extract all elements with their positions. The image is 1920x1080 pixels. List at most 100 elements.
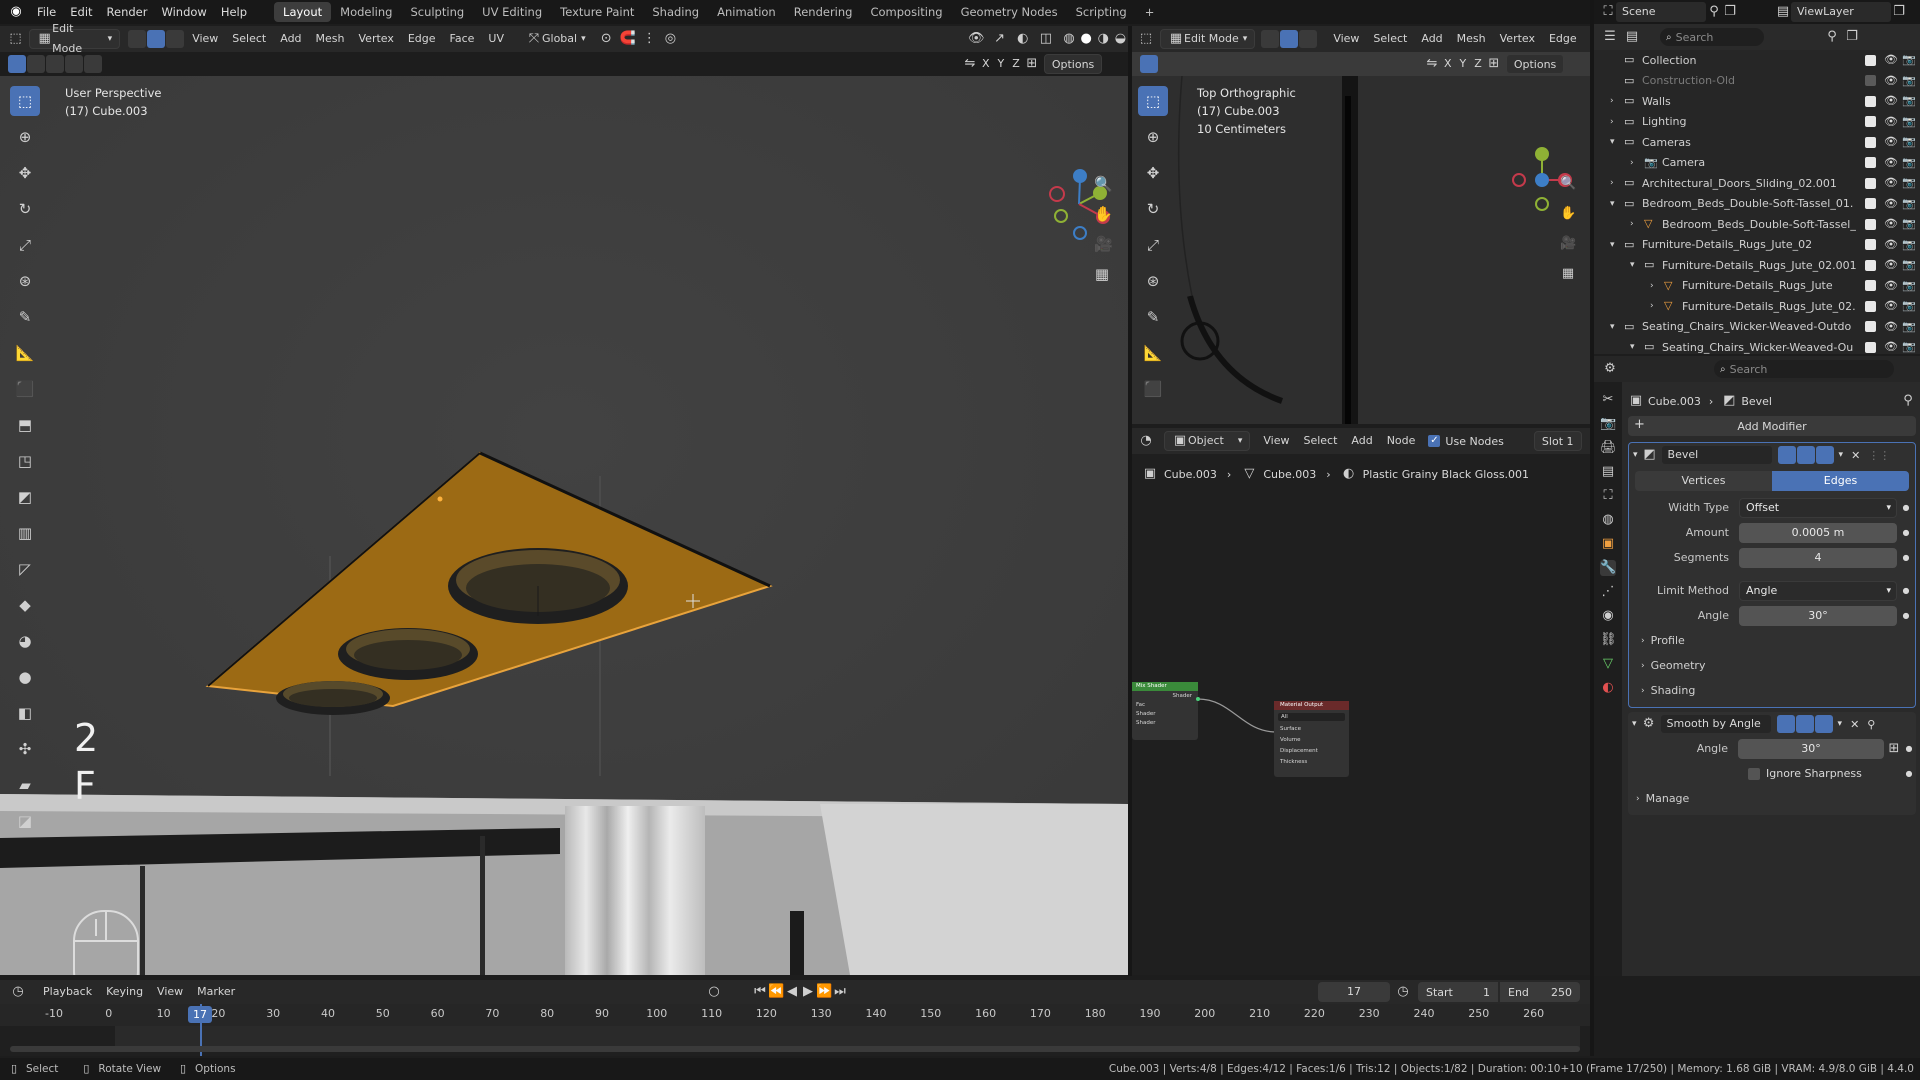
render-visibility-icon[interactable]: 📷 <box>1902 341 1916 353</box>
shading-rendered-icon[interactable]: ◒ <box>1113 31 1128 47</box>
angle-field[interactable]: 30° <box>1739 605 1897 626</box>
jump-start-icon[interactable]: ⏮ <box>752 984 768 1000</box>
amount-field[interactable]: 0.0005 m <box>1739 522 1897 543</box>
profile-subpanel[interactable]: › Profile <box>1629 628 1915 653</box>
chevron-right-icon[interactable]: › <box>1650 281 1664 291</box>
scene-tab-icon[interactable]: ⛶ <box>1600 488 1616 504</box>
render-visibility-icon[interactable]: 📷 <box>1902 279 1916 292</box>
chevron-down-icon[interactable]: ▾ <box>1633 450 1638 460</box>
render-visibility-icon[interactable]: 📷 <box>1902 320 1916 333</box>
jump-end-icon[interactable]: ⏭ <box>832 984 848 1000</box>
tab-sculpting[interactable]: Sculpting <box>401 2 473 22</box>
start-frame-field[interactable]: Start 1 <box>1418 982 1498 1002</box>
prev-keyframe-icon[interactable]: ⏪ <box>768 984 784 1000</box>
render-visibility-icon[interactable]: 📷 <box>1902 54 1916 66</box>
outliner-item[interactable]: › ▭ Lighting 👁 📷 <box>1594 112 1920 133</box>
transform-tool-icon[interactable]: ⊛ <box>1138 266 1168 296</box>
pin-icon[interactable]: ⚲ <box>1867 718 1875 731</box>
select-box-tool-icon[interactable]: ⬚ <box>1138 86 1168 116</box>
chevron-down-icon[interactable]: ▾ <box>1630 260 1644 270</box>
viewport-left[interactable]: User Perspective (17) Cube.003 2 F ⬚ ⊕ ✥… <box>0 76 1128 975</box>
end-frame-field[interactable]: End 250 <box>1500 982 1580 1002</box>
xray-icon[interactable]: ◫ <box>1038 31 1053 47</box>
object-tab-icon[interactable]: ▣ <box>1600 536 1616 552</box>
camera-view-icon[interactable]: 🎥 <box>1094 236 1113 252</box>
eye-icon[interactable]: 👁 <box>1884 320 1898 333</box>
timeline-editor-icon[interactable]: ◷ <box>10 984 26 1000</box>
playhead-frame-label[interactable]: 17 <box>188 1006 212 1023</box>
particles-tab-icon[interactable]: ⋰ <box>1600 584 1616 600</box>
perspective-toggle-icon[interactable]: ▦ <box>1094 266 1110 282</box>
select-subtract-button[interactable] <box>46 55 64 73</box>
attribute-toggle-icon[interactable]: ⊞ <box>1886 741 1902 757</box>
ceiling-lamp-small[interactable] <box>276 681 390 715</box>
edge-slide-tool-icon[interactable]: ◧ <box>10 698 40 728</box>
outliner-item[interactable]: › 📷 Camera 👁 📷 <box>1594 153 1920 174</box>
render-visibility-icon[interactable]: 📷 <box>1902 136 1916 148</box>
select-new-button[interactable] <box>8 55 26 73</box>
pan-hand-icon[interactable]: ✋ <box>1560 206 1576 222</box>
spin-tool-icon[interactable]: ◕ <box>10 626 40 656</box>
eye-icon[interactable]: 👁 <box>1884 177 1898 189</box>
tool-tab-icon[interactable]: ✂ <box>1600 392 1616 408</box>
output-tab-icon[interactable]: 🖨 <box>1600 440 1617 456</box>
move-tool-icon[interactable]: ✥ <box>1138 158 1168 188</box>
camera-view-icon[interactable]: 🎥 <box>1560 236 1576 252</box>
exclude-checkbox[interactable] <box>1865 280 1876 292</box>
select-invert-button[interactable] <box>1197 55 1215 73</box>
axis-x-toggle[interactable]: X <box>1440 54 1456 74</box>
axis-z-toggle[interactable]: Z <box>1008 54 1024 74</box>
editor-type-icon[interactable]: ⬚ <box>8 31 23 47</box>
overlay-icon[interactable]: ◐ <box>1015 31 1030 47</box>
auto-merge-icon[interactable]: ⊞ <box>1486 56 1502 72</box>
new-viewlayer-icon[interactable]: ❐ <box>1891 4 1907 20</box>
chevron-down-icon[interactable]: ▾ <box>1632 719 1637 729</box>
menu-marker[interactable]: Marker <box>190 982 242 1002</box>
outliner-item[interactable]: › ▭ Architectural_Doors_Sliding_02.001 👁 📷 <box>1594 173 1920 194</box>
snap-target-icon[interactable]: ⋮ <box>642 31 657 47</box>
exclude-checkbox[interactable] <box>1865 198 1876 210</box>
menu-keying[interactable]: Keying <box>99 982 150 1002</box>
smooth-tool-icon[interactable]: ● <box>10 662 40 692</box>
outliner-item[interactable]: ▭ Construction-Old 👁 📷 <box>1594 71 1920 92</box>
eye-icon[interactable]: 👁 <box>1884 218 1898 230</box>
poly-build-tool-icon[interactable]: ◆ <box>10 590 40 620</box>
slot-dropdown[interactable]: Slot 1 <box>1533 431 1582 451</box>
menu-add[interactable]: Add <box>1344 431 1379 451</box>
add-cube-tool-icon[interactable]: ⬛ <box>1138 374 1168 404</box>
select-invert-button[interactable] <box>65 55 83 73</box>
new-collection-icon[interactable]: ❐ <box>1844 29 1860 45</box>
shading-wireframe-icon[interactable]: ◍ <box>1061 31 1076 47</box>
menu-view[interactable]: View <box>1326 29 1366 49</box>
rotate-tool-icon[interactable]: ↻ <box>1138 194 1168 224</box>
eye-icon[interactable]: 👁 <box>1884 279 1898 292</box>
pin-icon[interactable]: ⚲ <box>1900 393 1916 409</box>
render-tab-icon[interactable]: 📷 <box>1600 416 1616 432</box>
render-toggle[interactable] <box>1814 715 1833 733</box>
shrink-fatten-tool-icon[interactable]: ✣ <box>10 734 40 764</box>
measure-tool-icon[interactable]: 📐 <box>1138 338 1168 368</box>
outliner-item[interactable]: ▭ Collection 👁 📷 <box>1594 50 1920 71</box>
preview-range-icon[interactable]: ◷ <box>1395 984 1411 1000</box>
segments-field[interactable]: 4 <box>1739 547 1897 568</box>
menu-edge[interactable]: Edge <box>401 29 443 49</box>
loop-cut-tool-icon[interactable]: ▥ <box>10 518 40 548</box>
auto-merge-icon[interactable]: ⊞ <box>1024 56 1040 72</box>
menu-select[interactable]: Select <box>1366 29 1414 49</box>
material-tab-icon[interactable]: ◐ <box>1600 680 1616 696</box>
edge-select-button[interactable] <box>147 30 166 48</box>
node-target-dropdown[interactable]: All <box>1278 713 1345 721</box>
render-toggle[interactable] <box>1815 446 1834 464</box>
snap-icon[interactable]: 🧲 <box>620 31 636 47</box>
filter-icon[interactable]: ⚲ <box>1824 29 1840 45</box>
material-output-node[interactable]: Material Output All Surface Volume Displ… <box>1274 701 1349 777</box>
outliner-item[interactable]: ▾ ▭ Furniture-Details_Rugs_Jute_02 👁 📷 <box>1594 235 1920 256</box>
menu-view[interactable]: View <box>185 29 225 49</box>
exclude-checkbox[interactable] <box>1865 95 1876 107</box>
shading-subpanel[interactable]: › Shading <box>1629 678 1915 703</box>
shear-tool-icon[interactable]: ▰ <box>10 770 40 800</box>
outliner-item[interactable]: › ▽ Bedroom_Beds_Double-Soft-Tassel_ 👁 📷 <box>1594 214 1920 235</box>
width-type-dropdown[interactable]: Offset ▾ <box>1739 497 1897 518</box>
shader-type-dropdown[interactable]: ▣ Object ▾ <box>1164 431 1251 451</box>
menu-help[interactable]: Help <box>214 0 254 24</box>
